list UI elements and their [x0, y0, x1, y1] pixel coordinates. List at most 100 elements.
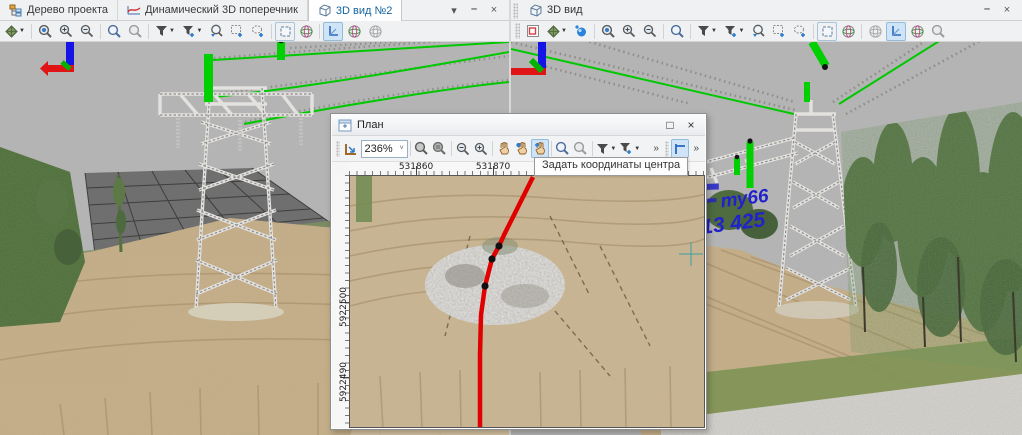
ruler-x-label: 531860	[399, 162, 433, 172]
toolbar-drag-handle[interactable]	[336, 141, 340, 157]
left-tabbar: Дерево проекта Динамический 3D поперечни…	[0, 0, 509, 21]
zoom-previous-button[interactable]	[125, 22, 145, 41]
zoom-previous-button[interactable]	[928, 22, 948, 41]
free-rotate-button[interactable]	[865, 22, 885, 41]
filter-button[interactable]: ▼	[595, 139, 618, 158]
zoom-model-button[interactable]	[431, 139, 449, 158]
plan-titlebar[interactable]: План □ ×	[332, 115, 705, 136]
zoom-window-button[interactable]	[667, 22, 687, 41]
zoom-window-icon	[107, 24, 122, 39]
point-size-button[interactable]	[571, 22, 591, 41]
zoom-in-button[interactable]	[472, 139, 490, 158]
grid-corner-icon	[673, 142, 687, 156]
zoom-out-button[interactable]	[640, 22, 660, 41]
zoom-previous-icon	[573, 141, 588, 156]
filter-add-button[interactable]: ▼	[179, 22, 205, 41]
filter-button[interactable]: ▼	[152, 22, 178, 41]
caret-down-icon: ▼	[169, 28, 175, 34]
close-button[interactable]: ×	[1000, 4, 1014, 16]
select-rect-button[interactable]	[769, 22, 789, 41]
grid-corner-button[interactable]	[671, 139, 689, 158]
filter-add-button[interactable]: ▼	[721, 22, 747, 41]
select-polygon-icon	[251, 24, 265, 38]
tab-3d-view-2[interactable]: 3D вид №2	[308, 0, 403, 21]
select-polygon-button[interactable]	[790, 22, 810, 41]
zoom-selected-icon	[38, 24, 53, 39]
rotate-view-button[interactable]	[907, 22, 927, 41]
fit-view-button[interactable]	[342, 139, 360, 158]
tab-menu-button[interactable]: ▾	[447, 4, 461, 17]
zoom-selected-button[interactable]	[598, 22, 618, 41]
viewport-button[interactable]	[523, 22, 543, 41]
show-axes-button[interactable]	[323, 22, 343, 41]
tab-3d-view[interactable]: 3D вид	[520, 0, 592, 20]
maximize-button[interactable]: □	[662, 118, 678, 132]
orbit-button[interactable]	[838, 22, 858, 41]
zoom-in-button[interactable]	[56, 22, 76, 41]
free-rotate-button[interactable]	[365, 22, 385, 41]
select-zoom-button[interactable]	[206, 22, 226, 41]
tab-project-tree[interactable]: Дерево проекта	[0, 0, 118, 20]
minimize-button[interactable]: –	[467, 3, 481, 15]
show-axes-button[interactable]	[886, 22, 906, 41]
toolbar-drag-handle-2[interactable]	[665, 141, 669, 157]
select-zoom-button[interactable]	[748, 22, 768, 41]
rotate-view-icon	[910, 24, 925, 39]
plan-map-view[interactable]	[349, 175, 705, 428]
tab-dynamic-cross-section[interactable]: Динамический 3D поперечник	[118, 0, 308, 20]
caret-down-icon: ▼	[561, 28, 567, 34]
zoom-window-button[interactable]	[104, 22, 124, 41]
caret-down-icon: ▼	[739, 28, 745, 34]
zoom-selected-button[interactable]	[35, 22, 55, 41]
zoom-out-button[interactable]	[454, 139, 472, 158]
tabbar-spacer	[592, 0, 972, 20]
project-tree-icon	[9, 4, 23, 17]
drag-handle[interactable]	[513, 3, 518, 19]
set-center-tooltip: Задать координаты центра	[534, 157, 688, 176]
zoom-in-icon	[59, 24, 73, 38]
minimize-button[interactable]: –	[980, 3, 994, 15]
filter-add-icon	[619, 142, 633, 155]
orient-cube-button[interactable]: ▼	[2, 22, 28, 41]
filter-button[interactable]: ▼	[694, 22, 720, 41]
zoom-window-button[interactable]	[554, 139, 572, 158]
zoom-window-icon	[670, 24, 685, 39]
zoom-previous-button[interactable]	[572, 139, 590, 158]
ruler-y-label: 5922490	[339, 362, 349, 402]
orbit-button[interactable]	[296, 22, 316, 41]
show-frame-button[interactable]	[817, 22, 837, 41]
plan-map-scene	[350, 176, 705, 428]
pan-realtime-button[interactable]	[513, 139, 531, 158]
orient-cube-button[interactable]: ▼	[544, 22, 570, 41]
ruler-x-label: 531870	[476, 162, 510, 172]
select-polygon-button[interactable]	[248, 22, 268, 41]
viewport-icon	[526, 24, 540, 38]
ruler-y-label: 5922500	[339, 287, 349, 327]
close-button[interactable]: ×	[487, 4, 501, 16]
plan-title: План	[357, 119, 384, 131]
filter-add-icon	[724, 25, 738, 38]
toolbar-drag-handle[interactable]	[515, 23, 520, 39]
zoom-previous-icon	[931, 24, 946, 39]
free-rotate-icon	[868, 24, 883, 39]
show-frame-button[interactable]	[275, 22, 295, 41]
set-center-button[interactable]	[531, 139, 549, 158]
caret-down-icon: ▼	[197, 28, 203, 34]
zoom-selected-button[interactable]	[413, 139, 431, 158]
toolbar-overflow-button[interactable]: »	[649, 143, 663, 154]
right-toolbar: ▼ ▼ ▼	[511, 21, 1022, 42]
toolbar-overflow-button-2[interactable]: »	[689, 143, 703, 154]
rotate-view-button[interactable]	[344, 22, 364, 41]
zoom-level-combo[interactable]: 236% ˅	[361, 140, 408, 158]
orient-cube-icon	[5, 25, 18, 38]
filter-add-icon	[182, 25, 196, 38]
zoom-model-icon	[432, 141, 447, 156]
orbit-icon	[841, 24, 856, 39]
filter-add-button[interactable]: ▼	[618, 139, 641, 158]
close-button[interactable]: ×	[683, 118, 699, 132]
select-rect-button[interactable]	[227, 22, 247, 41]
pan-button[interactable]	[495, 139, 513, 158]
zoom-in-button[interactable]	[619, 22, 639, 41]
zoom-out-button[interactable]	[77, 22, 97, 41]
show-frame-icon	[279, 25, 292, 38]
